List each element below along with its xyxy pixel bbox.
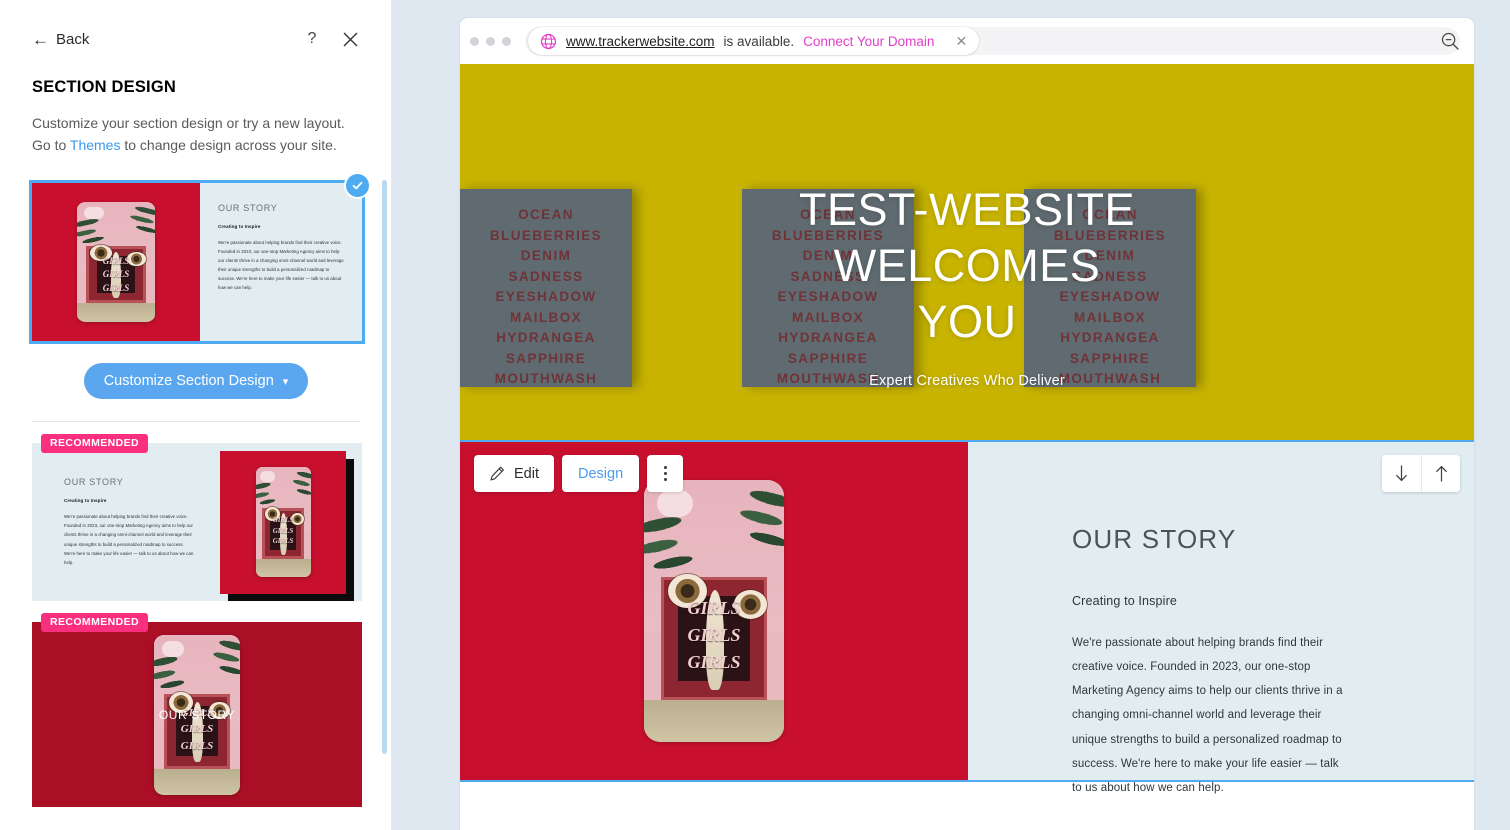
back-button[interactable]: ← Back xyxy=(32,31,89,48)
design-option-3-wrapper: RECOMMENDED GIRLS GIRLS GIRLS OUR STORY xyxy=(32,613,362,807)
thumb-heading: OUR STORY xyxy=(158,707,236,722)
phone-case-art: GIRLS GIRLS GIRLS xyxy=(255,467,311,577)
domain-availability-pill: www.trackerwebsite.com is available. Con… xyxy=(528,27,980,55)
design-button-label: Design xyxy=(578,465,624,482)
thumb-image-panel: GIRLS GIRLS GIRLS xyxy=(32,183,200,341)
kebab-menu-icon xyxy=(663,466,667,481)
thumb-image-shadow-box: GIRLS GIRLS GIRLS xyxy=(220,450,354,601)
design-option-2-wrapper: RECOMMENDED OUR STORY Creating to Inspir… xyxy=(32,434,362,601)
customize-button-label: Customize Section Design xyxy=(103,373,274,389)
hero-title-line2: WELCOMES xyxy=(833,239,1101,291)
design-options-scroll-area[interactable]: GIRLS GIRLS GIRLS OUR STORY Creating to In… xyxy=(0,170,392,830)
panel-header: ← Back ? SECTION DESIGN Customize your s… xyxy=(0,0,392,156)
move-section-down-button[interactable] xyxy=(1382,455,1421,492)
phone-art-text: GIRLS GIRLS GIRLS xyxy=(687,598,741,673)
domain-url[interactable]: www.trackerwebsite.com xyxy=(566,34,715,49)
thumb-text-panel: OUR STORY Creating to Inspire We're pass… xyxy=(200,183,362,341)
move-section-up-button[interactable] xyxy=(1421,455,1460,492)
zoom-out-button[interactable] xyxy=(1436,27,1464,55)
thumb-heading: OUR STORY xyxy=(64,477,124,488)
check-icon xyxy=(352,181,363,190)
edit-button-label: Edit xyxy=(514,465,539,482)
address-bar[interactable]: www.trackerwebsite.com is available. Con… xyxy=(525,27,1460,55)
hero-subtitle: Expert Creatives Who Deliver xyxy=(869,373,1065,390)
panel-description-line1: Customize your section design or try a n… xyxy=(32,115,345,131)
thumb-subheading: Creating to Inspire xyxy=(218,224,261,229)
globe-icon xyxy=(540,33,557,50)
thumb-body: We're passionate about helping brands fi… xyxy=(218,240,344,291)
panel-description: Customize your section design or try a n… xyxy=(32,113,360,156)
design-button[interactable]: Design xyxy=(562,455,640,492)
arrow-left-icon: ← xyxy=(32,29,49,49)
hero-title-line3: YOU xyxy=(917,295,1017,347)
thumb-subheading: Creating to Inspire xyxy=(64,498,107,504)
app-root: ← Back ? SECTION DESIGN Customize your s… xyxy=(0,0,1510,830)
section-image-panel: GIRLS GIRLS GIRLS xyxy=(460,442,968,780)
phone-case-art: GIRLS GIRLS GIRLS xyxy=(644,480,784,742)
browser-preview-window: www.trackerwebsite.com is available. Con… xyxy=(460,18,1474,830)
panel-description-line2-pre: Go to xyxy=(32,136,70,153)
availability-text: is available. xyxy=(723,33,795,49)
help-button[interactable]: ? xyxy=(302,29,322,49)
question-mark-icon: ? xyxy=(307,30,317,47)
thumb-layout-image-left: GIRLS GIRLS GIRLS OUR STORY Creating to In… xyxy=(32,183,362,341)
design-option-1-wrapper: GIRLS GIRLS GIRLS OUR STORY Creating to In… xyxy=(29,172,371,344)
design-option-2[interactable]: OUR STORY Creating to Inspire We're pass… xyxy=(32,443,362,601)
design-option-3[interactable]: GIRLS GIRLS GIRLS OUR STORY xyxy=(32,622,362,807)
hero-title-line1: TEST-WEBSITE xyxy=(798,184,1136,235)
hero-copy: TEST-WEBSITE WELCOMES YOU Expert Creativ… xyxy=(460,182,1474,389)
edit-button[interactable]: Edit xyxy=(474,455,554,492)
section-body-text: We're passionate about helping brands fi… xyxy=(1072,637,1343,794)
browser-toolbar: www.trackerwebsite.com is available. Con… xyxy=(460,18,1474,64)
themes-link[interactable]: Themes xyxy=(70,137,121,153)
recommended-badge: RECOMMENDED xyxy=(41,613,148,632)
zoom-out-icon xyxy=(1441,32,1459,50)
pencil-icon xyxy=(490,466,504,481)
recommended-badge: RECOMMENDED xyxy=(41,434,148,453)
hero-section: OCEAN BLUEBERRIES DENIM SADNESS EYESHADO… xyxy=(460,64,1474,442)
panel-scrollbar[interactable] xyxy=(382,180,387,754)
section-subheading: Creating to Inspire xyxy=(1072,594,1177,608)
dismiss-domain-banner-button[interactable]: ✕ xyxy=(953,34,969,48)
arrow-up-icon xyxy=(1435,465,1447,482)
thumb-layout-overlay: GIRLS GIRLS GIRLS OUR STORY xyxy=(32,622,362,807)
section-text-panel: OUR STORY Creating to Inspire We're pass… xyxy=(968,442,1474,794)
design-option-1[interactable]: GIRLS GIRLS GIRLS OUR STORY Creating to In… xyxy=(29,180,365,344)
phone-art-text: GIRLS GIRLS GIRLS xyxy=(102,255,130,293)
thumb-heading: OUR STORY xyxy=(218,203,278,213)
customize-section-design-button[interactable]: Customize Section Design ▾ xyxy=(83,363,309,399)
customize-button-row: Customize Section Design ▾ xyxy=(32,363,360,399)
panel-header-actions: ? xyxy=(302,29,360,49)
close-panel-button[interactable] xyxy=(340,29,360,49)
thumb-text-panel: OUR STORY Creating to Inspire We're pass… xyxy=(32,477,204,566)
window-controls-icon xyxy=(470,36,511,46)
panel-header-row: ← Back ? xyxy=(32,26,360,52)
selected-section[interactable]: GIRLS GIRLS GIRLS OUR STORY Creating to In… xyxy=(460,440,1474,794)
section-move-controls xyxy=(1382,455,1460,492)
thumb-layout-text-left: OUR STORY Creating to Inspire We're pass… xyxy=(32,443,362,601)
section-heading: OUR STORY xyxy=(1072,524,1237,554)
phone-art-text: GIRLS GIRLS GIRLS xyxy=(272,516,294,546)
thumb-image-panel: GIRLS GIRLS GIRLS xyxy=(204,443,362,601)
phone-case-art: GIRLS GIRLS GIRLS xyxy=(77,202,155,322)
page-title: SECTION DESIGN xyxy=(32,78,176,96)
our-story-section: GIRLS GIRLS GIRLS OUR STORY Creating to In… xyxy=(460,442,1474,794)
section-toolbar: Edit Design xyxy=(474,455,684,492)
back-button-label: Back xyxy=(56,30,90,48)
selected-check-badge xyxy=(344,172,371,199)
arrow-down-icon xyxy=(1396,465,1407,482)
chevron-down-icon: ▾ xyxy=(282,375,289,388)
more-options-button[interactable] xyxy=(647,455,684,492)
hero-title: TEST-WEBSITE WELCOMES YOU xyxy=(460,182,1474,349)
connect-domain-link[interactable]: Connect Your Domain xyxy=(803,34,934,49)
panel-description-line2-post: to change design across your site. xyxy=(120,136,337,153)
close-icon xyxy=(343,32,357,46)
thumb-body: We're passionate about helping brands fi… xyxy=(64,514,194,565)
preview-stage: www.trackerwebsite.com is available. Con… xyxy=(392,0,1510,830)
panel-divider xyxy=(32,421,360,422)
section-design-panel: ← Back ? SECTION DESIGN Customize your s… xyxy=(0,0,392,830)
